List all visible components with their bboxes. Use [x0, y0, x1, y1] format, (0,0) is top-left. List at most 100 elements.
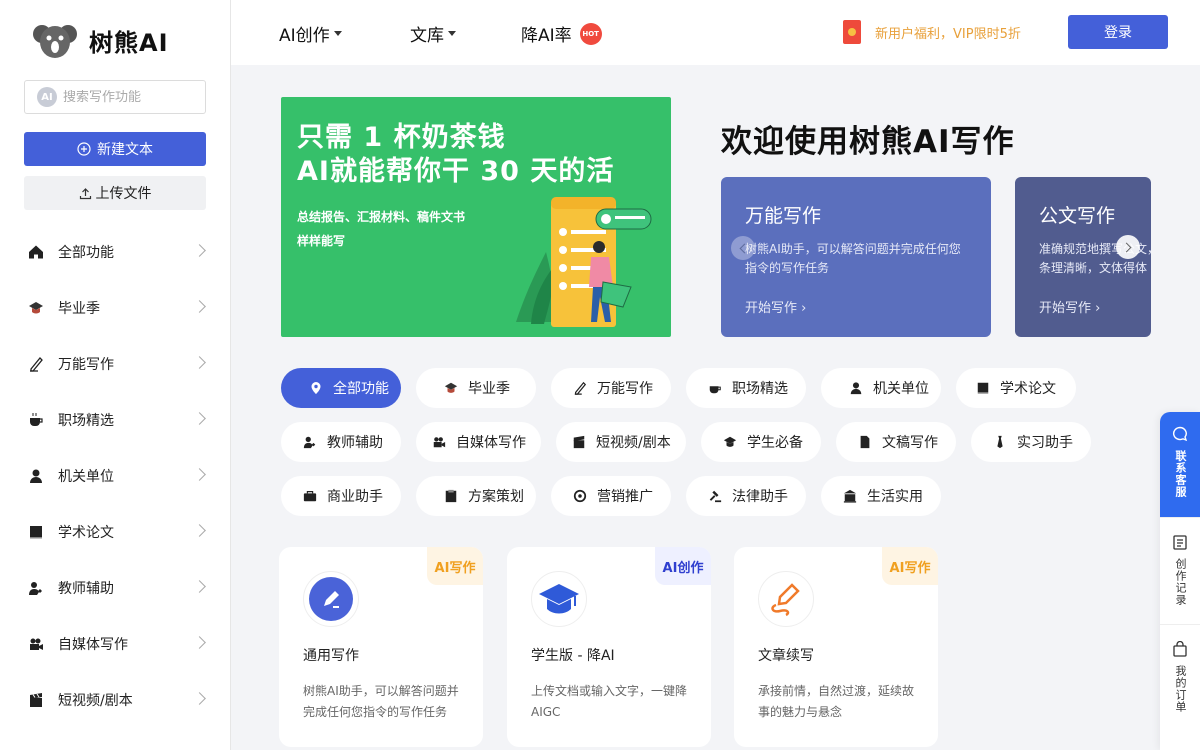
nav-reduce-ai-rate[interactable]: 降AI率 HOT [521, 21, 602, 46]
chip-graduation[interactable]: 毕业季 [416, 368, 536, 408]
chip-legal[interactable]: 法律助手 [686, 476, 806, 516]
chip-label: 毕业季 [468, 381, 510, 397]
new-text-button[interactable]: 新建文本 [24, 132, 206, 166]
carousel-next-button[interactable] [1116, 235, 1140, 259]
nav-label: 文库 [410, 26, 444, 46]
banner-headline-2: AI就能帮你干 30 天的活 [297, 156, 615, 187]
chip-teacher[interactable]: 教师辅助 [281, 422, 401, 462]
graduation-cap-icon [723, 435, 737, 449]
sidebar-item-teacher[interactable]: 教师辅助 [0, 560, 230, 616]
sidebar-item-workplace[interactable]: 职场精选 [0, 392, 230, 448]
sidebar: 树熊AI AI 新建文本 上传文件 全部功能 毕业季 万能写作 职场精选 [0, 0, 231, 750]
briefcase-icon [303, 489, 317, 503]
location-pin-icon [309, 381, 323, 395]
nav-label: AI创作 [279, 26, 330, 46]
start-writing-link[interactable]: 开始写作 › [745, 297, 806, 316]
chip-label: 方案策划 [468, 489, 524, 505]
creation-history-label: 创作记录 [1174, 558, 1187, 606]
history-document-icon [1173, 535, 1187, 550]
chip-planning[interactable]: 方案策划 [416, 476, 536, 516]
caret-down-icon [333, 31, 342, 36]
chip-intern[interactable]: 实习助手 [971, 422, 1091, 462]
sidebar-item-label: 全部功能 [58, 245, 114, 261]
sidebar-item-graduation[interactable]: 毕业季 [0, 280, 230, 336]
graduation-cap-icon [444, 381, 458, 395]
chip-self-media[interactable]: 自媒体写作 [416, 422, 541, 462]
ai-search-icon: AI [37, 87, 57, 107]
creation-history-button[interactable]: 创作记录 [1160, 517, 1200, 624]
top-navigation: AI创作 文库 降AI率 HOT 新用户福利，VIP限时5折 登录 [231, 0, 1200, 65]
new-text-label: 新建文本 [97, 142, 153, 158]
upload-file-button[interactable]: 上传文件 [24, 176, 206, 210]
sidebar-item-academic[interactable]: 学术论文 [0, 504, 230, 560]
nav-ai-creation[interactable]: AI创作 [279, 21, 342, 46]
chip-label: 文稿写作 [882, 435, 938, 451]
shopping-bag-icon [1173, 641, 1187, 657]
edit-icon [303, 571, 359, 627]
sidebar-item-short-video[interactable]: 短视频/剧本 [0, 672, 230, 728]
floating-side-panel: 联系客服 创作记录 我的订单 [1160, 412, 1200, 750]
person-icon [849, 381, 863, 395]
banner-subtitle-2: 样样能写 [297, 234, 346, 248]
card-tag: AI创作 [655, 547, 711, 585]
chip-label: 法律助手 [732, 489, 788, 505]
upload-icon [79, 187, 91, 199]
person-icon [28, 468, 44, 484]
chip-student-essentials[interactable]: 学生必备 [701, 422, 821, 462]
logo[interactable]: 树熊AI [33, 20, 169, 60]
card-title: 公文写作 [1039, 205, 1116, 227]
chip-label: 商业助手 [327, 489, 383, 505]
chevron-right-icon [193, 636, 206, 649]
carousel-card-universal[interactable]: 万能写作 树熊AI助手，可以解答问题并完成任何您指令的写作任务 开始写作 › [721, 177, 991, 337]
login-button[interactable]: 登录 [1068, 15, 1168, 49]
sidebar-item-label: 职场精选 [58, 413, 114, 429]
clapper-icon [28, 692, 44, 708]
teacher-icon [303, 435, 317, 449]
sidebar-item-label: 短视频/剧本 [58, 693, 133, 709]
chip-label: 机关单位 [873, 381, 929, 397]
chip-manuscript[interactable]: 文稿写作 [836, 422, 956, 462]
caret-down-icon [448, 31, 456, 36]
start-writing-link[interactable]: 开始写作 › [1039, 297, 1100, 316]
my-orders-label: 我的订单 [1174, 665, 1187, 713]
chip-government[interactable]: 机关单位 [821, 368, 941, 408]
book-icon [976, 381, 990, 395]
card-tag: AI写作 [882, 547, 938, 585]
chip-label: 短视频/剧本 [596, 435, 671, 451]
sidebar-item-government[interactable]: 机关单位 [0, 448, 230, 504]
chip-academic[interactable]: 学术论文 [956, 368, 1076, 408]
search-box[interactable]: AI [24, 80, 206, 114]
card-title: 通用写作 [303, 648, 359, 664]
sidebar-item-universal-writing[interactable]: 万能写作 [0, 336, 230, 392]
contact-service-button[interactable]: 联系客服 [1160, 412, 1200, 517]
sidebar-item-all[interactable]: 全部功能 [0, 224, 230, 280]
chip-short-video[interactable]: 短视频/剧本 [556, 422, 686, 462]
carousel-prev-button[interactable] [731, 236, 755, 260]
feature-card-general-writing[interactable]: AI写作 通用写作 树熊AI助手，可以解答问题并完成任何您指令的写作任务 [279, 547, 483, 747]
nav-library[interactable]: 文库 [410, 21, 456, 46]
building-icon [843, 489, 857, 503]
chip-daily-life[interactable]: 生活实用 [821, 476, 941, 516]
chip-marketing[interactable]: 营销推广 [551, 476, 671, 516]
coffee-icon [708, 381, 722, 395]
card-title: 文章续写 [758, 648, 814, 664]
card-title: 学生版 - 降AI [531, 648, 615, 664]
promo-banner[interactable]: 只需 1 杯奶茶钱 AI就能帮你干 30 天的活 总结报告、汇报材料、稿件文书 … [281, 97, 671, 337]
chip-workplace[interactable]: 职场精选 [686, 368, 806, 408]
sidebar-item-self-media[interactable]: 自媒体写作 [0, 616, 230, 672]
vip-promo[interactable]: 新用户福利，VIP限时5折 [843, 20, 1021, 44]
feature-card-continue-writing[interactable]: AI写作 文章续写 承接前情，自然过渡，延续故事的魅力与悬念 [734, 547, 938, 747]
my-orders-button[interactable]: 我的订单 [1160, 624, 1200, 731]
gavel-icon [708, 489, 722, 503]
chip-universal-writing[interactable]: 万能写作 [551, 368, 671, 408]
chip-all[interactable]: 全部功能 [281, 368, 401, 408]
chip-business[interactable]: 商业助手 [281, 476, 401, 516]
red-packet-icon [843, 20, 861, 44]
search-input[interactable] [63, 89, 193, 105]
clipboard-icon [444, 489, 458, 503]
chevron-right-icon [193, 524, 206, 537]
card-description: 上传文档或输入文字，一键降AIGC [531, 684, 688, 719]
chip-label: 学术论文 [1000, 381, 1056, 397]
feature-card-student-reduce-ai[interactable]: AI创作 学生版 - 降AI 上传文档或输入文字，一键降AIGC [507, 547, 711, 747]
card-tag: AI写作 [427, 547, 483, 585]
